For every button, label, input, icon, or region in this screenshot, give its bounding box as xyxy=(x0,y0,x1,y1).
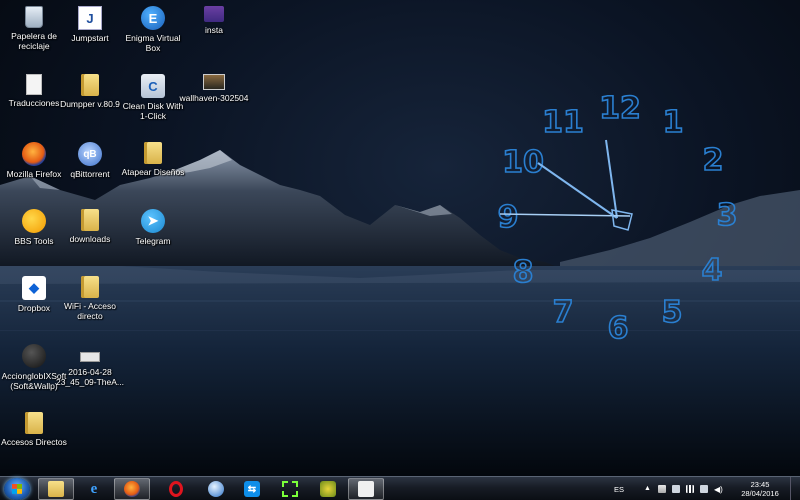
document-icon xyxy=(26,74,42,95)
desktop-icon-label: Jumpstart xyxy=(71,33,109,43)
desktop-icon-label: insta xyxy=(205,25,223,35)
clock-time: 23:45 xyxy=(750,480,770,489)
desktop-icon[interactable]: ➤ Telegram xyxy=(119,205,187,265)
language-indicator[interactable]: ES xyxy=(614,485,624,494)
desktop-icon[interactable]: J Jumpstart xyxy=(56,2,124,62)
enigma-virtual-box-icon: E xyxy=(141,6,165,30)
clock-number: 5 xyxy=(662,295,683,330)
clock-number: 10 xyxy=(502,145,544,180)
folder-icon xyxy=(81,209,99,231)
taskbar: e ⇆ ES ▲ ◀) 23:45 28/04/2016 xyxy=(0,476,800,500)
image-file-icon xyxy=(204,6,224,22)
system-tray: ES ▲ ◀) 23:45 28/04/2016 xyxy=(614,477,800,500)
taskbar-app-key-tool[interactable] xyxy=(310,478,346,500)
network-signal-icon[interactable] xyxy=(686,485,694,493)
taskbar-app-opera[interactable] xyxy=(158,478,194,500)
taskbar-app-browser-globe[interactable] xyxy=(198,478,234,500)
key-tool-icon xyxy=(320,481,336,497)
clock-number: 8 xyxy=(513,255,534,290)
dropbox-icon: ◆ xyxy=(22,276,46,300)
keyboard-file-icon xyxy=(80,352,100,362)
desktop-icon-label: Atapear Diseños xyxy=(121,167,185,177)
folder-icon xyxy=(144,142,162,164)
image-file-icon xyxy=(203,74,225,90)
accionglobix-icon xyxy=(22,344,46,368)
desktop-icon-label: Clean Disk With 1-Click xyxy=(122,101,184,121)
taskbar-app-teamviewer[interactable]: ⇆ xyxy=(234,478,270,500)
desktop-icon-label: Accesos Directos xyxy=(1,437,67,447)
desktop-icon-label: Enigma Virtual Box xyxy=(125,33,181,53)
clock-number: 2 xyxy=(703,143,724,178)
globe-icon xyxy=(208,481,224,497)
taskbar-clock[interactable]: 23:45 28/04/2016 xyxy=(732,480,788,498)
windows-logo-icon xyxy=(12,484,22,494)
folder-shortcut-icon xyxy=(81,276,99,298)
action-center-flag-icon[interactable] xyxy=(658,485,666,493)
bbs-tools-icon xyxy=(22,209,46,233)
desktop-icon[interactable]: Accesos Directos xyxy=(0,408,68,468)
desktop-icon-label: 2016-04-28 23_45_09-TheA... xyxy=(55,367,125,387)
internet-explorer-icon: e xyxy=(90,480,98,497)
folder-icon xyxy=(48,481,64,497)
taskbar-app-green-tool[interactable] xyxy=(272,478,308,500)
notepad-icon xyxy=(358,481,374,497)
clock-number: 6 xyxy=(608,311,629,346)
firefox-icon xyxy=(22,142,46,166)
start-button[interactable] xyxy=(4,478,30,500)
jumpstart-icon: J xyxy=(78,6,102,30)
taskbar-app-notepad[interactable] xyxy=(348,478,384,500)
clock-number: 11 xyxy=(542,105,584,140)
desktop-icon-label: WiFi - Acceso directo xyxy=(64,301,116,321)
firefox-icon xyxy=(124,481,140,497)
clock-center xyxy=(611,209,633,231)
tray-arrow-icon[interactable]: ▲ xyxy=(644,485,652,493)
desktop-icon[interactable]: Atapear Diseños xyxy=(119,138,187,198)
desktop-icon[interactable]: C Clean Disk With 1-Click xyxy=(119,70,187,130)
show-desktop-button[interactable] xyxy=(790,477,800,500)
folder-icon xyxy=(25,412,43,434)
desktop-icon[interactable]: Dumpper v.80.9 xyxy=(56,70,124,130)
teamviewer-icon: ⇆ xyxy=(244,481,260,497)
opera-icon xyxy=(169,481,183,497)
tray-app-icon[interactable] xyxy=(672,485,680,493)
clock-date: 28/04/2016 xyxy=(741,489,779,498)
green-tool-icon xyxy=(282,481,298,497)
desktop-icon-label: qBittorrent xyxy=(70,169,110,179)
telegram-icon: ➤ xyxy=(141,209,165,233)
desktop-icon[interactable]: WiFi - Acceso directo xyxy=(56,272,124,332)
clean-disk-icon: C xyxy=(141,74,165,98)
clock-hour-hand xyxy=(537,162,618,219)
taskbar-app-firefox[interactable] xyxy=(114,478,150,500)
clock-minute-hand xyxy=(605,139,618,219)
volume-icon[interactable]: ◀) xyxy=(714,485,723,494)
clock-number: 12 xyxy=(599,91,641,126)
recycle-bin-icon xyxy=(25,6,43,28)
clock-number: 4 xyxy=(702,253,723,288)
battery-icon[interactable] xyxy=(700,485,708,493)
desktop-icon-label: downloads xyxy=(69,234,111,244)
folder-icon xyxy=(81,74,99,96)
desktop-icon[interactable]: insta xyxy=(180,2,248,62)
clock-number: 3 xyxy=(717,198,738,233)
taskbar-app-windows-explorer[interactable] xyxy=(38,478,74,500)
qbittorrent-icon: qB xyxy=(78,142,102,166)
desktop-icon-label: Telegram xyxy=(135,236,171,246)
clock-number: 7 xyxy=(553,295,574,330)
desktop-icon-label: Dumpper v.80.9 xyxy=(60,99,120,109)
desktop-icon[interactable]: 2016-04-28 23_45_09-TheA... xyxy=(56,340,124,400)
desktop-icon[interactable]: downloads xyxy=(56,205,124,265)
taskbar-app-internet-explorer[interactable]: e xyxy=(76,478,112,500)
desktop-icon[interactable]: qB qBittorrent xyxy=(56,138,124,198)
desktop-icon[interactable]: E Enigma Virtual Box xyxy=(119,2,187,62)
clock-number: 9 xyxy=(498,200,519,235)
desktop-icon-label: wallhaven-302504 xyxy=(179,93,249,103)
desktop-icon[interactable]: wallhaven-302504 xyxy=(179,70,249,130)
clock-number: 1 xyxy=(663,105,684,140)
